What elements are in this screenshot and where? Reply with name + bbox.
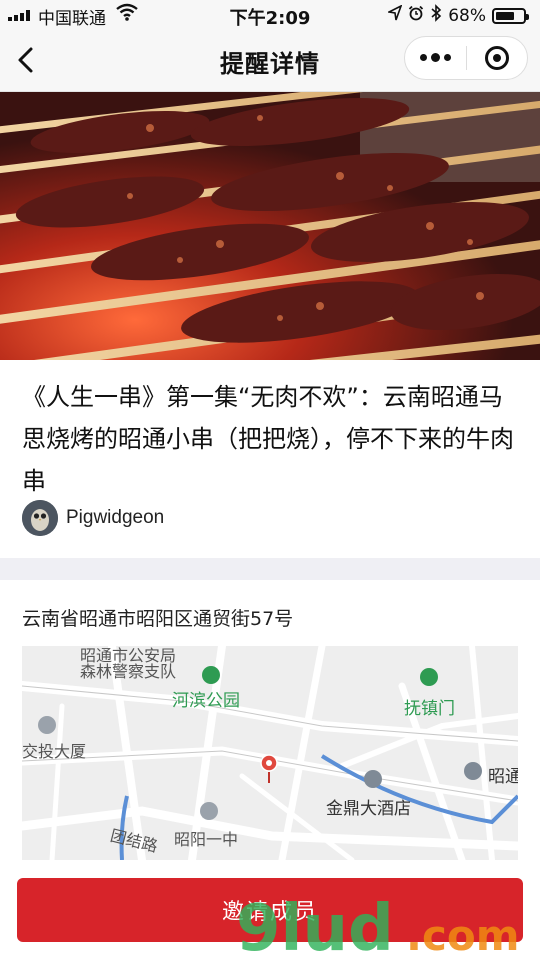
hero-image [0,92,540,360]
avatar [22,500,58,536]
article-headline: 《人生一串》第一集“无肉不欢”：云南昭通马思烧烤的昭通小串（把把烧），停不下来的… [22,383,514,495]
building-icon [38,716,56,734]
svg-text:.com: .com [406,911,519,960]
nav-bar: 提醒详情 [0,30,540,92]
miniprogram-capsule [404,36,528,80]
close-miniprogram-button[interactable] [467,37,528,79]
author-row: Pigwidgeon [22,500,164,536]
gate-icon [420,668,438,686]
svg-text:9lud: 9lud [236,892,394,960]
more-dots-icon [419,53,451,62]
map-label-hotel: 金鼎大酒店 [326,799,411,819]
target-close-icon [484,46,509,70]
map-label-police-branch: 森林警察支队 [80,662,177,681]
map-label-gate: 抚镇门 [404,699,455,719]
location-pin-icon [258,754,280,788]
map-label-building: 交投大厦 [22,742,87,761]
location-arrow-icon [386,4,403,26]
author-name: Pigwidgeon [66,507,165,528]
zhaotong-icon [464,762,482,780]
battery-percent: 68% [448,5,486,26]
map-view[interactable]: 昭通市公安局 森林警察支队 河滨公园 抚镇门 交投大厦 金鼎大酒店 昭通 昭阳一… [22,646,518,860]
watermark-logo: 9lud .com [236,882,540,960]
map-label-zhaotong: 昭通 [488,767,518,787]
battery-icon [492,7,529,24]
alarm-icon [408,5,424,26]
park-icon [202,666,220,684]
bluetooth-icon [430,4,442,27]
hotel-icon [364,770,382,788]
status-bar: 中国联通 下午2:09 68% [0,0,540,30]
article-card[interactable]: 《人生一串》第一集“无肉不欢”：云南昭通马思烧烤的昭通小串（把把烧），停不下来的… [0,360,540,558]
more-button[interactable] [405,37,466,79]
school-icon [200,802,218,820]
map-label-park: 河滨公园 [172,691,240,711]
address-text: 云南省昭通市昭阳区通贸街57号 [22,608,294,630]
map-label-school: 昭阳一中 [174,830,239,849]
